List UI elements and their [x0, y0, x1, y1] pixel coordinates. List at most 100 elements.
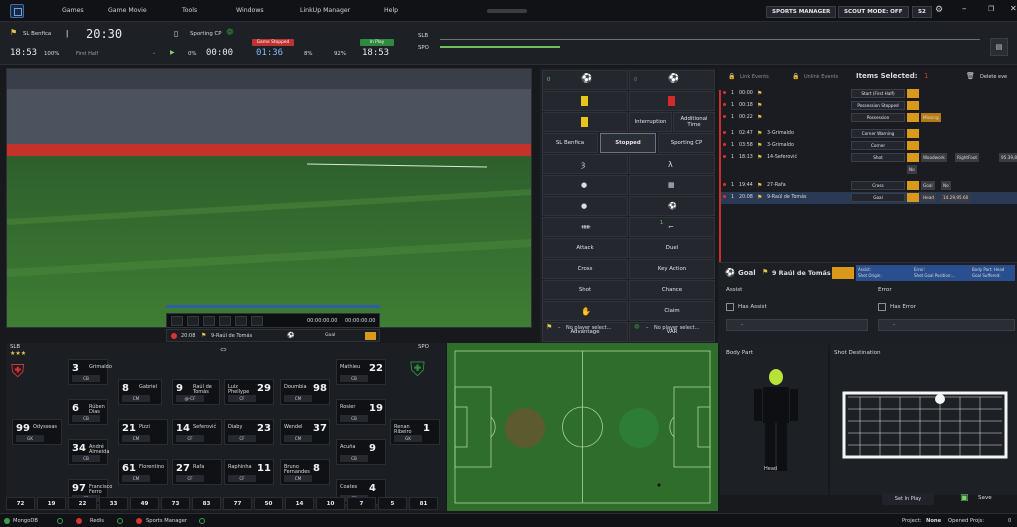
gear-icon[interactable]: ⚙: [935, 5, 943, 15]
timeline-spo[interactable]: [440, 46, 560, 48]
skip-back-icon[interactable]: [203, 316, 215, 326]
save-button[interactable]: Save: [978, 495, 992, 501]
app-icon[interactable]: [10, 4, 24, 18]
minimize-icon[interactable]: –: [962, 4, 967, 14]
player-card[interactable]: 6 Rúben Dias CB: [68, 399, 108, 425]
event-row[interactable]: 1 00:22 ⚑ Possession Missing: [721, 112, 1017, 124]
panel-icon[interactable]: ▤: [990, 38, 1008, 56]
bench-player[interactable]: 73: [161, 497, 190, 510]
error-select[interactable]: -: [878, 319, 1015, 331]
event-flag[interactable]: [907, 181, 919, 190]
play-icon[interactable]: [187, 316, 199, 326]
menu-game-movie[interactable]: Game Movie: [108, 7, 147, 14]
player-card[interactable]: 8 Bruno Fernandes CM: [280, 459, 330, 485]
event-flag[interactable]: [907, 153, 919, 162]
event-type[interactable]: Goal: [851, 193, 905, 202]
timeline-slb[interactable]: [440, 39, 980, 40]
sports-manager-button[interactable]: SPORTS MANAGER: [766, 6, 837, 18]
player-card[interactable]: 27 Rafa CF: [172, 459, 222, 485]
fs-button[interactable]: ●: [542, 196, 628, 216]
player-card[interactable]: 29 Luiz Phellype CF: [224, 379, 274, 405]
menu-windows[interactable]: Windows: [236, 7, 264, 14]
duel-button[interactable]: Duel: [629, 238, 715, 258]
unlink-events-button[interactable]: Unlink Events: [804, 74, 838, 80]
body-figure[interactable]: [746, 369, 806, 479]
bench-player[interactable]: 14: [285, 497, 314, 510]
menu-tools[interactable]: Tools: [182, 7, 197, 14]
head-area[interactable]: [769, 369, 783, 385]
event-row[interactable]: 1 03:58 ⚑ 3-Grimaldo Corner: [721, 140, 1017, 152]
bench-player[interactable]: 50: [254, 497, 283, 510]
event-flag[interactable]: [365, 332, 376, 340]
half-select[interactable]: First Half: [76, 51, 98, 57]
double-yellow-home[interactable]: [542, 112, 628, 132]
scout-mode-button[interactable]: SCOUT MODE: OFF: [838, 6, 909, 18]
chevron-down-icon[interactable]: ⌄: [152, 50, 156, 56]
wall-button[interactable]: ᚔ: [542, 217, 628, 237]
home-player-select[interactable]: ⚑ – No player select...: [544, 321, 628, 335]
link-events-button[interactable]: Link Events: [740, 74, 769, 80]
event-type[interactable]: Cross: [851, 181, 905, 190]
event-flag[interactable]: [907, 113, 919, 122]
cross-button[interactable]: Cross: [542, 259, 628, 279]
swap-sides-icon[interactable]: ⇔: [220, 345, 227, 354]
match-video[interactable]: [6, 68, 532, 328]
set-in-play-button[interactable]: Set In Play: [882, 493, 934, 505]
chance-button[interactable]: Chance: [629, 280, 715, 300]
player-card[interactable]: 98 Doumbia CM: [280, 379, 330, 405]
player-card[interactable]: 22 Mathieu CB: [336, 359, 386, 385]
event-flag[interactable]: [907, 89, 919, 98]
event-flag[interactable]: [907, 141, 919, 150]
card-row-1-away[interactable]: 0 ⚽: [629, 70, 715, 90]
menu-games[interactable]: Games: [62, 7, 84, 14]
gk-glove-button[interactable]: ✋: [542, 301, 628, 321]
corner-button[interactable]: 1 ⌐: [629, 217, 715, 237]
key-action-button[interactable]: Key Action: [629, 259, 715, 279]
bench-player[interactable]: 22: [68, 497, 97, 510]
shot-button[interactable]: Shot: [542, 280, 628, 300]
event-type[interactable]: Possession Stopped: [851, 101, 905, 110]
bench-player[interactable]: 49: [130, 497, 159, 510]
event-flag[interactable]: [907, 129, 919, 138]
player-card[interactable]: 14 Seferović CF: [172, 419, 222, 445]
save-ball-button[interactable]: ⚽: [629, 196, 715, 216]
event-flag[interactable]: [907, 193, 919, 202]
event-type[interactable]: Possession: [851, 113, 905, 122]
player-card[interactable]: 9 Raúl de Tomás @-CF: [172, 379, 220, 405]
event-type[interactable]: Corner: [851, 141, 905, 150]
maximize-icon[interactable]: ❐: [988, 5, 994, 13]
red-card-away[interactable]: [629, 91, 715, 111]
rewind-icon[interactable]: [219, 316, 231, 326]
away-player-select[interactable]: ❁ – No player select...: [632, 321, 716, 335]
has-assist-checkbox[interactable]: [726, 303, 734, 311]
event-type[interactable]: Start (First Half): [851, 89, 905, 98]
drag-handle[interactable]: [487, 9, 527, 13]
away-team-button[interactable]: Sporting CP: [658, 133, 715, 153]
pitch-map[interactable]: [447, 343, 718, 511]
player-card[interactable]: 99 Odysseas GK: [12, 419, 62, 445]
bench-player[interactable]: 83: [192, 497, 221, 510]
attack-button[interactable]: Attack: [542, 238, 628, 258]
menu-linkup-manager[interactable]: LinkUp Manager: [300, 7, 350, 14]
home-team-button[interactable]: SL Benfica: [542, 133, 598, 153]
additional-time-button[interactable]: Additional Time: [673, 112, 715, 132]
delete-events-button[interactable]: Delete eve: [980, 74, 1007, 80]
event-row[interactable]: No: [721, 164, 1017, 176]
offside-button[interactable]: ▦: [629, 175, 715, 195]
event-row[interactable]: 1 00:00 ⚑ Start (First Half): [721, 88, 1017, 100]
player-card[interactable]: 9 Acuña CB: [336, 439, 386, 465]
goal-flag[interactable]: [832, 267, 854, 279]
close-icon[interactable]: ✕: [1010, 4, 1017, 13]
player-card[interactable]: 3 Grimaldo CB: [68, 359, 112, 385]
bench-player[interactable]: 5: [378, 497, 407, 510]
event-row[interactable]: 1 19:44 ⚑ 27-Rafa Cross Goal No: [721, 180, 1017, 192]
bench-player[interactable]: 19: [37, 497, 66, 510]
player-card[interactable]: 11 Raphinha CF: [224, 459, 274, 485]
player-card[interactable]: 61 Florentino CM: [118, 459, 168, 485]
has-error-checkbox[interactable]: [878, 303, 886, 311]
assist-select[interactable]: -: [726, 319, 868, 331]
bench-player[interactable]: 7: [347, 497, 376, 510]
bench-player[interactable]: 72: [6, 497, 35, 510]
fc-button[interactable]: ●: [542, 175, 628, 195]
play-icon[interactable]: ▶: [170, 49, 175, 56]
